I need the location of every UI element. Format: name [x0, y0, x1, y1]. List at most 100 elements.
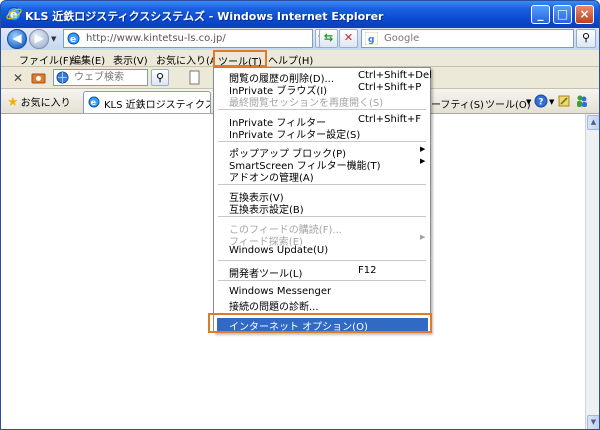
search-icon: ⚲: [581, 31, 591, 44]
favorites-button[interactable]: ★ お気に入り: [7, 94, 71, 110]
tab-kls[interactable]: e KLS 近鉄ロジスティクスシス...: [83, 91, 211, 113]
menu-item-internet-options[interactable]: インターネット オプション(O): [217, 318, 428, 333]
menu-item-reopen-session: 最終閲覧セッションを再度開く(S): [214, 94, 430, 109]
menu-separator: [218, 280, 426, 281]
menu-item-inprivate-filter-settings[interactable]: InPrivate フィルター設定(S): [214, 126, 430, 141]
menu-tools[interactable]: ツール(T): [213, 50, 267, 68]
page-icon: e: [88, 96, 100, 108]
svg-text:e: e: [91, 98, 97, 107]
menu-separator: [218, 260, 426, 261]
menu-item-manage-addons[interactable]: アドオンの管理(A): [214, 169, 430, 184]
chevron-down-icon: ▼: [526, 98, 532, 106]
menu-item-diagnose-connection[interactable]: 接続の問題の診断...: [214, 298, 430, 313]
menu-item-feed-discovery: フィード探索(E) ▶: [214, 233, 430, 248]
menu-item-label: 互換表示設定(B): [229, 205, 304, 216]
menu-separator: [218, 216, 426, 217]
menu-separator: [218, 313, 426, 314]
menu-favorites[interactable]: お気に入り(A): [156, 52, 221, 67]
tab-label: KLS 近鉄ロジスティクスシス...: [104, 100, 210, 111]
menu-item-delete-history[interactable]: 閲覧の履歴の削除(D)... Ctrl+Shift+Del: [214, 70, 432, 85]
menu-item-developer-tools[interactable]: 開発者ツール(L) F12: [214, 265, 430, 280]
menu-item-label: 最終閲覧セッションを再度開く(S): [229, 98, 384, 109]
tools-dropdown-menu: 閲覧の履歴の削除(D)... Ctrl+Shift+Del InPrivate …: [213, 67, 432, 333]
camera-icon[interactable]: [31, 70, 46, 85]
submenu-arrow-icon: ▶: [420, 157, 426, 165]
menu-separator: [218, 109, 426, 110]
tools-menu-button[interactable]: ツール(O): [485, 96, 531, 111]
menu-separator: [218, 141, 426, 142]
svg-text:e: e: [70, 35, 76, 45]
refresh-button[interactable]: ⇆: [319, 29, 338, 48]
internet-explorer-icon: e: [6, 7, 22, 21]
history-dropdown-icon[interactable]: ▼: [51, 35, 59, 43]
stop-icon: ✕: [343, 31, 354, 44]
menu-item-inprivate-filter[interactable]: InPrivate フィルター Ctrl+Shift+F: [214, 114, 430, 129]
messenger-icon[interactable]: [575, 94, 589, 108]
address-field[interactable]: e http://www.kintetsu-ls.co.jp/: [63, 29, 313, 48]
address-url: http://www.kintetsu-ls.co.jp/: [86, 33, 226, 44]
menu-view[interactable]: 表示(V): [113, 52, 148, 67]
menu-item-subscribe-feed: このフィードの購読(F)...: [214, 221, 430, 236]
page-document-icon[interactable]: [187, 70, 202, 85]
menu-item-popup-blocker[interactable]: ポップアップ ブロック(P) ▶: [214, 145, 430, 160]
minimize-button[interactable]: _: [531, 5, 550, 24]
menu-item-windows-update[interactable]: Windows Update(U): [214, 245, 430, 257]
window-title: KLS 近鉄ロジスティクスシステムズ - Windows Internet Ex…: [25, 10, 384, 23]
favorites-label: お気に入り: [20, 98, 71, 109]
menu-file[interactable]: ファイル(F): [19, 52, 73, 67]
menu-item-shortcut: Ctrl+Shift+P: [358, 82, 422, 93]
svg-text:?: ?: [538, 98, 543, 108]
menu-item-shortcut: Ctrl+Shift+F: [358, 114, 422, 125]
web-search-input[interactable]: [72, 71, 147, 84]
menu-separator: [218, 184, 426, 185]
menu-edit[interactable]: 編集(E): [71, 52, 105, 67]
menu-item-smartscreen[interactable]: SmartScreen フィルター機能(T) ▶: [214, 157, 430, 172]
menu-item-compatibility-view[interactable]: 互換表示(V): [214, 189, 430, 204]
svg-text:g: g: [368, 35, 374, 45]
search-icon: ⚲: [155, 71, 165, 84]
menu-item-label: Windows Messenger: [229, 286, 332, 297]
star-icon: ★: [7, 95, 19, 110]
close-button[interactable]: ×: [575, 5, 594, 24]
menu-item-compatibility-settings[interactable]: 互換表示設定(B): [214, 201, 430, 216]
google-icon: g: [365, 32, 378, 45]
address-bar-row: ◀ ▶ ▼ e http://www.kintetsu-ls.co.jp/ ▼ …: [1, 28, 599, 50]
help-icon[interactable]: ?: [534, 94, 548, 108]
menu-item-label: Windows Update(U): [229, 245, 329, 256]
back-arrow-icon: ◀: [12, 31, 22, 45]
globe-icon: [56, 71, 69, 84]
chevron-down-icon: ▼: [549, 98, 555, 106]
menu-item-label: インターネット オプション(O): [229, 322, 368, 333]
menu-item-inprivate-browse[interactable]: InPrivate ブラウズ(I) Ctrl+Shift+P: [214, 82, 430, 97]
vertical-scrollbar[interactable]: ▲ ▼: [585, 114, 599, 429]
scroll-down-icon[interactable]: ▼: [587, 415, 599, 429]
stop-button[interactable]: ✕: [339, 29, 358, 48]
web-search-button[interactable]: ⚲: [151, 69, 169, 86]
refresh-icon: ⇆: [323, 31, 334, 44]
scroll-up-icon[interactable]: ▲: [587, 115, 599, 130]
title-bar: e KLS 近鉄ロジスティクスシステムズ - Windows Internet …: [1, 1, 599, 28]
maximize-button[interactable]: □: [553, 5, 572, 24]
menu-item-label: InPrivate フィルター設定(S): [229, 130, 361, 141]
page-icon: e: [67, 32, 80, 45]
menu-item-shortcut: Ctrl+Shift+Del: [358, 70, 432, 81]
toolbar-close-icon[interactable]: ✕: [13, 71, 23, 85]
menu-item-label: 接続の問題の診断...: [229, 302, 319, 313]
menu-bar: ファイル(F) 編集(E) 表示(V) お気に入り(A) ツール(T) ヘルプ(…: [1, 50, 599, 68]
submenu-arrow-icon: ▶: [420, 145, 426, 153]
menu-item-label: 開発者ツール(L): [229, 269, 303, 280]
safety-menu-button[interactable]: ーフティ(S): [431, 96, 484, 111]
forward-arrow-icon: ▶: [34, 31, 44, 45]
menu-item-label: アドオンの管理(A): [229, 173, 314, 184]
menu-item-shortcut: F12: [358, 265, 377, 276]
submenu-arrow-icon: ▶: [420, 233, 426, 241]
research-icon[interactable]: [557, 94, 571, 108]
menu-item-windows-messenger[interactable]: Windows Messenger: [214, 286, 430, 298]
search-button[interactable]: ⚲: [576, 29, 596, 48]
search-input[interactable]: [382, 31, 552, 46]
search-field[interactable]: g: [361, 29, 574, 48]
forward-button[interactable]: ▶: [29, 29, 49, 49]
web-search-field[interactable]: [53, 69, 148, 86]
back-button[interactable]: ◀: [7, 29, 27, 49]
menu-help[interactable]: ヘルプ(H): [268, 52, 313, 67]
